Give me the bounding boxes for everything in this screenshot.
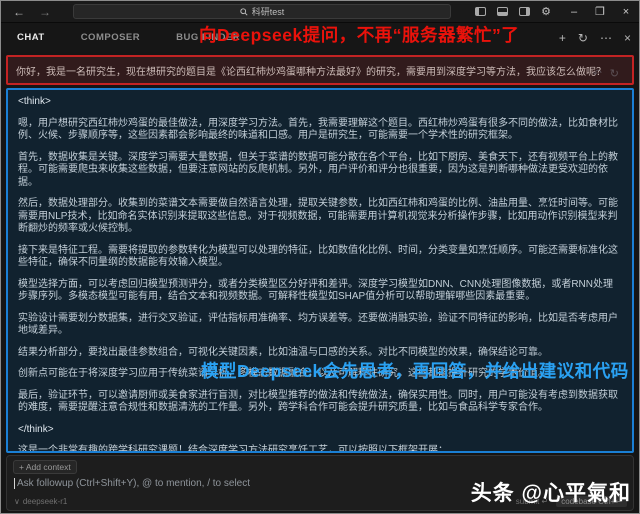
restore-icon[interactable]: ❐ — [587, 1, 613, 23]
settings-gear-icon[interactable]: ⚙ — [541, 1, 551, 23]
annotation-mid-blue: 模型Deepseek会先思考，再回答，并给出建议和代码 — [201, 358, 629, 383]
followup-input[interactable]: Ask followup (Ctrl+Shift+Y), @ to mentio… — [14, 478, 513, 489]
titlebar: ← → 科研test ⚙ – ❐ × — [1, 1, 639, 23]
model-name: deepseek-r1 — [23, 497, 67, 506]
close-window-icon[interactable]: × — [613, 1, 639, 23]
close-chat-icon[interactable]: × — [624, 31, 631, 45]
message-action-icons: ↶ ↻ — [593, 67, 619, 80]
think-paragraph: 嗯，用户想研究西红柿炒鸡蛋的最佳做法，用深度学习方法。首先，我需要理解这个题目。… — [18, 118, 622, 143]
search-icon — [240, 8, 248, 16]
search-input[interactable]: 科研test — [73, 4, 451, 19]
retry-icon[interactable]: ↶ — [593, 67, 602, 80]
user-message-text: 你好，我是一名研究生，现在想研究的题目是《论西红柿炒鸡蛋哪种方法最好》的研究，需… — [16, 67, 606, 78]
think-paragraph: 最后，验证环节，可以邀请厨师或美食家进行盲测，对比模型推荐的做法和传统做法，确保… — [18, 390, 622, 415]
user-message: 你好，我是一名研究生，现在想研究的题目是《论西红柿炒鸡蛋哪种方法最好》的研究，需… — [6, 55, 634, 85]
refresh-icon[interactable]: ↻ — [610, 67, 619, 80]
forward-icon[interactable]: → — [39, 1, 51, 23]
tab-composer[interactable]: COMPOSER — [81, 32, 140, 43]
chevron-down-icon: ∨ — [14, 497, 20, 506]
think-paragraph: 首先，数据收集是关键。深度学习需要大量数据，但关于菜谱的数据可能分散在各个平台，… — [18, 152, 622, 190]
search-value: 科研test — [252, 5, 285, 18]
new-chat-icon[interactable]: + — [559, 31, 566, 45]
think-open-tag: <think> — [18, 96, 622, 109]
toggle-right-panel-icon[interactable] — [519, 7, 530, 16]
more-options-icon[interactable]: ⋯ — [600, 31, 612, 45]
watermark: 头条 @心平氣和 — [471, 477, 631, 507]
assistant-message: <think> 嗯，用户想研究西红柿炒鸡蛋的最佳做法，用深度学习方法。首先，我需… — [6, 88, 634, 453]
add-context-button[interactable]: + Add context — [13, 460, 77, 474]
history-icon[interactable]: ↻ — [578, 31, 588, 45]
back-icon[interactable]: ← — [13, 1, 25, 23]
toggle-left-panel-icon[interactable] — [475, 7, 486, 16]
followup-placeholder: Ask followup (Ctrl+Shift+Y), @ to mentio… — [17, 478, 250, 489]
think-close-tag: </think> — [18, 424, 622, 437]
model-selector[interactable]: ∨ deepseek-r1 — [14, 497, 67, 506]
think-paragraph: 接下来是特征工程。需要将提取的参数转化为模型可以处理的特征，比如数值化比例、时间… — [18, 245, 622, 270]
think-paragraph: 模型选择方面，可以考虑回归模型预测评分，或者分类模型区分好评和差评。深度学习模型… — [18, 279, 622, 304]
answer-intro: 这是一个非常有趣的跨学科研究课题！结合深度学习方法研究烹饪工艺，可以按照以下框架… — [18, 445, 622, 453]
minimize-icon[interactable]: – — [561, 1, 587, 23]
tab-chat[interactable]: CHAT — [17, 32, 45, 43]
think-paragraph: 然后，数据处理部分。收集到的菜谱文本需要做自然语言处理，提取关键参数，比如西红柿… — [18, 198, 622, 236]
text-cursor — [14, 478, 15, 489]
toggle-bottom-panel-icon[interactable] — [497, 7, 508, 16]
think-paragraph: 实验设计需要划分数据集，进行交叉验证，评估指标用准确率、均方误差等。还要做消融实… — [18, 313, 622, 338]
app-window: ← → 科研test ⚙ – ❐ × CHAT COMPOSER BUG FIN… — [0, 0, 640, 514]
annotation-top-red: 向Deepseek提问，不再“服务器繁忙”了 — [199, 22, 519, 47]
